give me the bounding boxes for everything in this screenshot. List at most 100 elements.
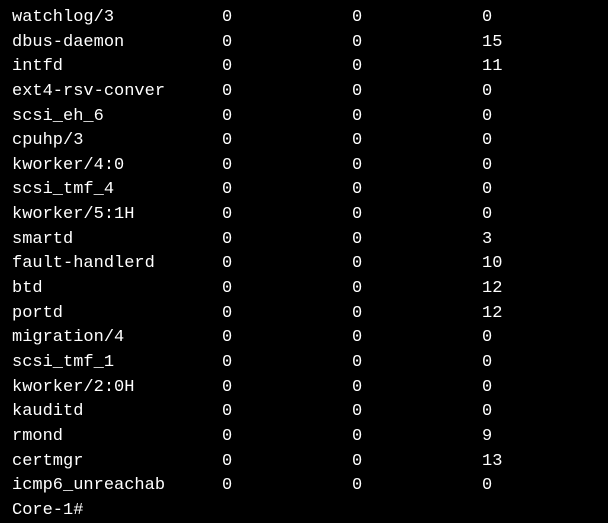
col-value-1: 0 (222, 474, 352, 499)
table-row: intfd0011 (12, 55, 596, 80)
col-value-3: 0 (482, 178, 562, 203)
col-value-1: 0 (222, 154, 352, 179)
terminal-output: watchlog/3000dbus-daemon0015intfd0011ext… (12, 6, 596, 523)
col-value-2: 0 (352, 351, 482, 376)
col-value-3: 0 (482, 474, 562, 499)
process-name: kworker/5:1H (12, 203, 222, 228)
table-row: dbus-daemon0015 (12, 31, 596, 56)
table-row: kworker/5:1H000 (12, 203, 596, 228)
table-row: portd0012 (12, 302, 596, 327)
col-value-1: 0 (222, 425, 352, 450)
col-value-3: 0 (482, 376, 562, 401)
col-value-1: 0 (222, 400, 352, 425)
col-value-2: 0 (352, 252, 482, 277)
col-value-2: 0 (352, 277, 482, 302)
col-value-3: 0 (482, 129, 562, 154)
process-name: ext4-rsv-conver (12, 80, 222, 105)
table-row: migration/4000 (12, 326, 596, 351)
table-row: watchlog/3000 (12, 6, 596, 31)
table-row: scsi_tmf_1000 (12, 351, 596, 376)
process-name: icmp6_unreachab (12, 474, 222, 499)
col-value-1: 0 (222, 31, 352, 56)
process-name: kauditd (12, 400, 222, 425)
col-value-2: 0 (352, 450, 482, 475)
table-row: kworker/4:0000 (12, 154, 596, 179)
shell-prompt[interactable]: Core-1# (12, 499, 596, 523)
col-value-3: 15 (482, 31, 562, 56)
col-value-2: 0 (352, 228, 482, 253)
table-row: cpuhp/3000 (12, 129, 596, 154)
col-value-3: 3 (482, 228, 562, 253)
table-row: btd0012 (12, 277, 596, 302)
col-value-2: 0 (352, 425, 482, 450)
col-value-3: 10 (482, 252, 562, 277)
col-value-1: 0 (222, 450, 352, 475)
col-value-2: 0 (352, 302, 482, 327)
process-name: rmond (12, 425, 222, 450)
process-name: scsi_tmf_4 (12, 178, 222, 203)
col-value-2: 0 (352, 474, 482, 499)
table-row: smartd003 (12, 228, 596, 253)
col-value-2: 0 (352, 6, 482, 31)
col-value-1: 0 (222, 277, 352, 302)
process-name: watchlog/3 (12, 6, 222, 31)
process-name: migration/4 (12, 326, 222, 351)
table-row: ext4-rsv-conver000 (12, 80, 596, 105)
col-value-1: 0 (222, 6, 352, 31)
col-value-2: 0 (352, 55, 482, 80)
table-row: scsi_eh_6000 (12, 105, 596, 130)
col-value-2: 0 (352, 31, 482, 56)
col-value-3: 0 (482, 400, 562, 425)
table-row: scsi_tmf_4000 (12, 178, 596, 203)
col-value-3: 0 (482, 6, 562, 31)
table-row: icmp6_unreachab000 (12, 474, 596, 499)
col-value-1: 0 (222, 178, 352, 203)
process-name: scsi_tmf_1 (12, 351, 222, 376)
col-value-2: 0 (352, 326, 482, 351)
col-value-2: 0 (352, 178, 482, 203)
table-row: kworker/2:0H000 (12, 376, 596, 401)
process-name: portd (12, 302, 222, 327)
table-row: rmond009 (12, 425, 596, 450)
col-value-1: 0 (222, 326, 352, 351)
table-row: fault-handlerd0010 (12, 252, 596, 277)
table-row: certmgr0013 (12, 450, 596, 475)
col-value-1: 0 (222, 80, 352, 105)
process-name: kworker/2:0H (12, 376, 222, 401)
col-value-2: 0 (352, 203, 482, 228)
process-name: dbus-daemon (12, 31, 222, 56)
col-value-2: 0 (352, 80, 482, 105)
col-value-2: 0 (352, 376, 482, 401)
col-value-2: 0 (352, 400, 482, 425)
col-value-1: 0 (222, 228, 352, 253)
col-value-1: 0 (222, 203, 352, 228)
col-value-3: 0 (482, 80, 562, 105)
col-value-3: 0 (482, 203, 562, 228)
process-name: kworker/4:0 (12, 154, 222, 179)
process-name: scsi_eh_6 (12, 105, 222, 130)
col-value-1: 0 (222, 376, 352, 401)
col-value-1: 0 (222, 252, 352, 277)
col-value-3: 12 (482, 277, 562, 302)
col-value-3: 13 (482, 450, 562, 475)
col-value-3: 9 (482, 425, 562, 450)
table-row: kauditd000 (12, 400, 596, 425)
col-value-2: 0 (352, 105, 482, 130)
col-value-2: 0 (352, 154, 482, 179)
process-name: smartd (12, 228, 222, 253)
process-name: cpuhp/3 (12, 129, 222, 154)
process-name: fault-handlerd (12, 252, 222, 277)
col-value-3: 11 (482, 55, 562, 80)
col-value-3: 0 (482, 326, 562, 351)
process-name: btd (12, 277, 222, 302)
process-name: intfd (12, 55, 222, 80)
col-value-1: 0 (222, 105, 352, 130)
col-value-3: 0 (482, 105, 562, 130)
col-value-2: 0 (352, 129, 482, 154)
col-value-3: 12 (482, 302, 562, 327)
col-value-1: 0 (222, 302, 352, 327)
col-value-1: 0 (222, 129, 352, 154)
col-value-3: 0 (482, 351, 562, 376)
process-name: certmgr (12, 450, 222, 475)
col-value-1: 0 (222, 55, 352, 80)
